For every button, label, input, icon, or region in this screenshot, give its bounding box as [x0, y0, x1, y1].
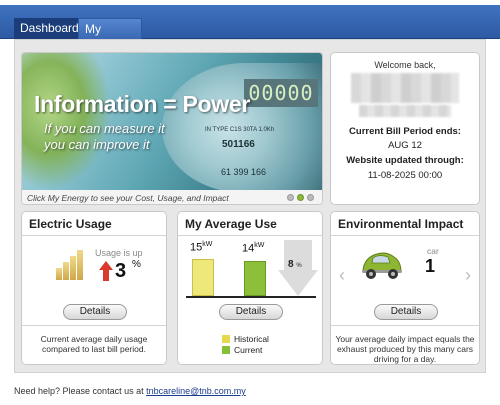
average-use-details-button[interactable]: Details — [219, 304, 283, 320]
help-footer: Need help? Please contact us at tnbcarel… — [14, 386, 246, 396]
average-use-title: My Average Use — [185, 217, 277, 231]
environmental-impact-title: Environmental Impact — [338, 217, 464, 231]
chevron-left-icon[interactable]: ‹ — [339, 265, 345, 286]
divider — [22, 235, 166, 236]
usage-status-label: Usage is up — [95, 248, 143, 258]
tab-my-energy[interactable]: My Energy — [78, 18, 142, 57]
electric-usage-description: Current average daily usage compared to … — [40, 334, 148, 354]
electric-usage-details-button[interactable]: Details — [63, 304, 127, 320]
legend-historical: Historical — [222, 333, 269, 344]
historical-number: 15 — [190, 241, 203, 254]
divider — [178, 235, 322, 236]
divider — [331, 235, 479, 236]
average-use-legend: Historical Current — [222, 333, 269, 355]
meter-number: 61 399 166 — [221, 167, 267, 177]
impact-value: 1 — [425, 256, 436, 276]
divider — [331, 325, 479, 326]
average-change-value: 8 — [288, 259, 294, 270]
welcome-greeting: Welcome back, — [374, 60, 436, 70]
banner-caption: Click My Energy to see your Cost, Usage,… — [22, 190, 322, 204]
current-unit: kW — [254, 242, 265, 249]
carousel-dot[interactable] — [287, 194, 294, 201]
environmental-details-button[interactable]: Details — [374, 304, 438, 320]
banner-subtitle-line1: If you can measure it — [44, 121, 165, 136]
electric-usage-card: Electric Usage Usage is up 3 % Details C… — [21, 211, 167, 365]
nav-bar: Dashboard My Energy — [0, 5, 500, 57]
average-change-unit: % — [296, 263, 302, 269]
updated-date: 11-08-2025 00:00 — [367, 170, 443, 181]
current-value: 14kW — [242, 242, 264, 255]
chart-baseline — [186, 296, 316, 298]
environmental-impact-card: Environmental Impact ‹ car 1 › Details Y… — [330, 211, 480, 365]
historical-bar — [192, 259, 214, 296]
usage-change-value: 3 — [115, 260, 127, 282]
environmental-impact-description: Your average daily impact equals the exh… — [335, 334, 475, 364]
support-email-link[interactable]: tnbcareline@tnb.com.my — [146, 386, 246, 396]
meter-serial: 501166 — [222, 139, 255, 150]
info-banner[interactable]: 00000 IN TYPE C1S 30TA 1.0Kh 501166 61 3… — [21, 52, 323, 205]
average-use-card: My Average Use 15kW 14kW 8 % Details His… — [177, 211, 323, 365]
legend-current: Current — [222, 344, 269, 355]
current-number: 14 — [242, 242, 255, 255]
legend-historical-label: Historical — [234, 333, 269, 344]
meter-label: IN TYPE C1S 30TA 1.0Kh — [205, 127, 275, 133]
historical-value: 15kW — [190, 241, 212, 254]
updated-label: Website updated through: — [346, 155, 464, 166]
bar-chart-icon — [56, 248, 86, 280]
welcome-card: Welcome back, Current Bill Period ends: … — [330, 52, 480, 205]
electric-usage-title: Electric Usage — [29, 217, 112, 231]
legend-swatch-current — [222, 345, 230, 354]
carousel-dots — [287, 194, 314, 201]
average-change: 8 % — [288, 259, 302, 270]
banner-subtitle-line2: you can improve it — [44, 137, 150, 152]
meter-reading: 00000 — [244, 79, 318, 107]
bill-period-label: Current Bill Period ends: — [349, 126, 461, 137]
help-text: Need help? Please contact us at — [14, 386, 147, 396]
impact-item-label: car — [427, 246, 439, 256]
current-bar — [244, 261, 266, 296]
meter-photo: 00000 IN TYPE C1S 30TA 1.0Kh 501166 61 3… — [22, 53, 322, 193]
legend-current-label: Current — [234, 344, 263, 355]
car-icon — [362, 252, 402, 279]
carousel-dot-active[interactable] — [297, 194, 304, 201]
dashboard-panel: 00000 IN TYPE C1S 30TA 1.0Kh 501166 61 3… — [14, 39, 486, 373]
banner-subtitle: If you can measure it you can improve it — [44, 121, 165, 153]
historical-unit: kW — [202, 241, 213, 248]
redacted-account — [359, 105, 451, 117]
redacted-name — [351, 73, 459, 103]
divider — [22, 325, 166, 326]
carousel-dot[interactable] — [307, 194, 314, 201]
tab-dashboard[interactable]: Dashboard — [14, 18, 79, 39]
usage-change-unit: % — [132, 259, 141, 270]
bill-period-date: AUG 12 — [388, 140, 422, 151]
legend-swatch-historical — [222, 334, 230, 343]
chevron-right-icon[interactable]: › — [465, 265, 471, 286]
arrow-up-icon — [99, 261, 113, 281]
banner-title: Information = Power — [34, 91, 251, 117]
